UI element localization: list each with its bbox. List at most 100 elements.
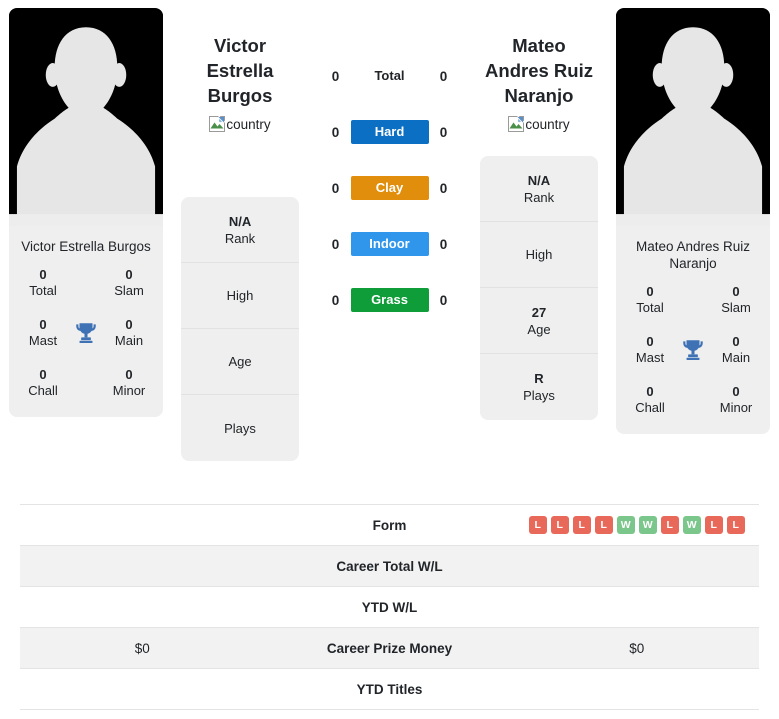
right-info-plays-value: R: [534, 371, 544, 386]
right-titles-chall: 0 Chall: [624, 384, 676, 416]
right-info-high-label: High: [525, 247, 553, 262]
surface-label-indoor[interactable]: Indoor: [350, 232, 429, 256]
form-badge-win[interactable]: W: [616, 516, 635, 534]
h2h-row-grass: 0 Grass 0: [310, 286, 469, 314]
h2h-right-value-total: 0: [439, 68, 448, 84]
right-titles-minor: 0 Minor: [710, 384, 762, 416]
left-titles-minor-label: Minor: [112, 383, 146, 398]
h2h-left-value-indoor: 0: [331, 236, 340, 252]
stat-label: Career Total W/L: [336, 558, 443, 574]
form-badges: LLLLWWLWLL: [528, 516, 745, 534]
left-info-age-label: Age: [228, 354, 252, 369]
left-player-photo: [9, 8, 164, 226]
right-player-country-alt: country: [525, 116, 570, 132]
right-titles-mast-label: Mast: [635, 350, 665, 365]
form-badge-loss[interactable]: L: [660, 516, 679, 534]
right-player-country: country: [508, 116, 570, 132]
left-player-photo-caption: Victor Estrella Burgos: [21, 239, 151, 254]
right-info-age: 27 Age: [480, 288, 598, 354]
h2h-left-value-grass: 0: [331, 292, 340, 308]
right-player-photo-card[interactable]: Mateo Andres Ruiz Naranjo 0 Total 0 Slam…: [616, 8, 771, 434]
right-titles-mast-value: 0: [646, 334, 654, 349]
h2h-row-hard: 0 Hard 0: [310, 118, 469, 146]
right-info-age-value: 27: [531, 304, 547, 320]
right-titles-minor-value: 0: [732, 384, 740, 399]
left-info-age: Age: [181, 329, 300, 395]
left-player-country: country: [209, 116, 271, 132]
left-player-photo-card[interactable]: Victor Estrella Burgos 0 Total 0 Slam 0 …: [9, 8, 164, 417]
form-badge-loss[interactable]: L: [550, 516, 569, 534]
surface-label-clay[interactable]: Clay: [350, 176, 429, 200]
surface-label-hard[interactable]: Hard: [350, 120, 429, 144]
stat-right-value: $0: [629, 640, 645, 656]
left-titles-chall-value: 0: [39, 367, 47, 382]
stat-left-value: $0: [134, 640, 150, 656]
left-titles-mast-value: 0: [39, 317, 47, 332]
form-badge-loss[interactable]: L: [704, 516, 723, 534]
left-titles-main: 0 Main: [103, 317, 155, 349]
right-titles-mast: 0 Mast: [624, 334, 676, 366]
right-titles-slam-value: 0: [732, 284, 740, 299]
right-player-name[interactable]: Mateo Andres Ruiz Naranjo: [480, 33, 598, 108]
right-info-rank-value: N/A: [527, 172, 551, 188]
surface-label-grass[interactable]: Grass: [350, 288, 429, 312]
player-comparison-section: Victor Estrella Burgos 0 Total 0 Slam 0 …: [0, 0, 779, 494]
left-titles-slam: 0 Slam: [103, 267, 155, 299]
right-titles-total: 0 Total: [624, 284, 676, 316]
player-silhouette-icon: [9, 9, 164, 226]
h2h-row-total: 0 Total 0: [310, 62, 469, 90]
h2h-row-indoor: 0 Indoor 0: [310, 230, 469, 258]
h2h-right-value-hard: 0: [439, 124, 448, 140]
form-badge-loss[interactable]: L: [594, 516, 613, 534]
stat-label: YTD W/L: [361, 599, 418, 615]
broken-image-icon: [209, 116, 226, 132]
h2h-right-value-clay: 0: [439, 180, 448, 196]
form-badge-win[interactable]: W: [682, 516, 701, 534]
left-player-info-card: N/A Rank High Age Plays: [181, 197, 300, 461]
right-titles-main: 0 Main: [710, 334, 762, 366]
right-info-plays: R Plays: [480, 354, 598, 420]
right-titles-total-value: 0: [646, 284, 654, 299]
h2h-left-value-hard: 0: [331, 124, 340, 140]
right-info-rank: N/A Rank: [480, 156, 598, 222]
left-player-name[interactable]: Victor Estrella Burgos: [181, 33, 299, 108]
left-info-rank: N/A Rank: [181, 197, 300, 263]
right-player-photo-caption: Mateo Andres Ruiz Naranjo: [635, 239, 751, 271]
left-trophy-icon: [69, 320, 103, 346]
right-player-info-column: Mateo Andres Ruiz Naranjo country N/A Ra…: [480, 8, 598, 420]
table-row: YTD Titles: [20, 669, 759, 710]
left-titles-mast-label: Mast: [28, 333, 58, 348]
trophy-icon: [76, 323, 96, 343]
right-titles-chall-value: 0: [646, 384, 654, 399]
right-titles-main-label: Main: [721, 350, 751, 365]
left-titles-total-value: 0: [39, 267, 47, 282]
right-info-rank-label: Rank: [523, 189, 555, 205]
right-info-age-label: Age: [527, 321, 551, 337]
h2h-row-clay: 0 Clay 0: [310, 174, 469, 202]
form-badge-win[interactable]: W: [638, 516, 657, 534]
table-row: YTD W/L: [20, 587, 759, 628]
table-row: $0 Career Prize Money $0: [20, 628, 759, 669]
left-player-info-column: Victor Estrella Burgos country N/A Rank: [181, 8, 300, 461]
player-silhouette-icon: [616, 9, 771, 226]
surface-label-total: Total: [374, 68, 405, 83]
right-player-titles-grid: 0 Total 0 Slam 0 Mast 0 Main 0 Chall 0 M…: [616, 282, 770, 434]
form-badge-loss[interactable]: L: [528, 516, 547, 534]
form-badge-loss[interactable]: L: [726, 516, 745, 534]
left-titles-main-value: 0: [125, 317, 133, 332]
h2h-right-value-grass: 0: [439, 292, 448, 308]
form-badge-loss[interactable]: L: [572, 516, 591, 534]
stat-label: YTD Titles: [356, 681, 423, 697]
left-titles-chall: 0 Chall: [17, 367, 69, 399]
left-info-plays-label: Plays: [224, 420, 256, 436]
right-player-info-card: N/A Rank High 27 Age R Plays: [480, 156, 598, 420]
right-info-high: High: [480, 222, 598, 288]
left-titles-minor-value: 0: [125, 367, 133, 382]
left-titles-slam-value: 0: [125, 267, 133, 282]
table-row: Form L L L L W W L W L L: [20, 505, 759, 546]
table-row: Career Total W/L: [20, 546, 759, 587]
right-titles-chall-label: Chall: [635, 400, 665, 415]
h2h-right-value-indoor: 0: [439, 236, 448, 252]
right-titles-main-value: 0: [732, 334, 740, 349]
trophy-icon: [683, 340, 703, 360]
